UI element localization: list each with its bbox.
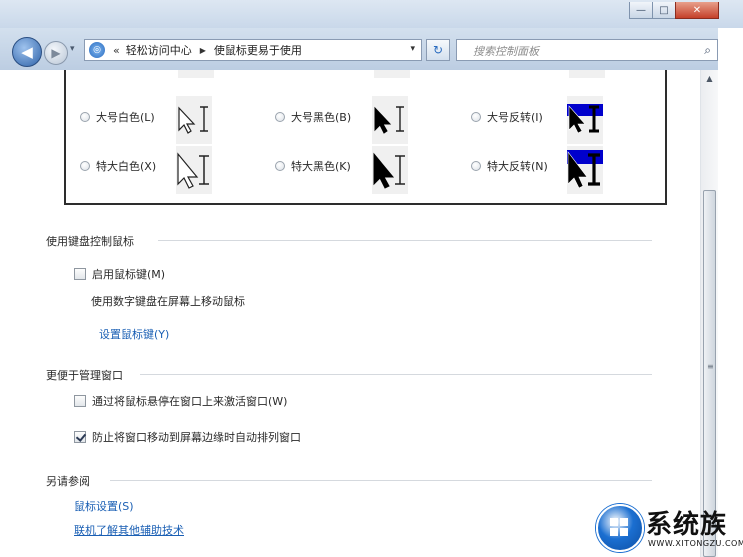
search-box[interactable]: ⌕ [456,39,718,61]
mouse-keys-option[interactable]: 启用鼠标键(M) [74,266,165,282]
refresh-icon: ↻ [432,43,444,57]
checkbox-label: 防止将窗口移动到屏幕边缘时自动排列窗口 [92,431,301,444]
breadcrumb-arrow-icon[interactable]: ▶ [200,46,206,55]
radio-button[interactable] [275,112,285,122]
history-dropdown-icon[interactable]: ▾ [70,44,75,54]
option-extra-large-inverted[interactable]: 特大反转(N) [471,158,548,174]
option-label: 特大黑色(K) [291,160,351,173]
checkbox-label: 通过将鼠标悬停在窗口上来激活窗口(W) [92,395,288,408]
section-title-windows: 更便于管理窗口 [46,369,123,382]
address-dropdown-icon[interactable]: ▾ [410,44,415,54]
option-extra-large-black[interactable]: 特大黑色(K) [275,158,351,174]
radio-button[interactable] [80,112,90,122]
window-controls: — □ ✕ [629,2,719,19]
pointer-preview-extra-large-black [372,146,408,194]
prevent-arrange-checkbox[interactable] [74,431,86,443]
pointer-white-icon [177,152,209,189]
section-title-keyboard: 使用键盘控制鼠标 [46,235,134,248]
radio-button[interactable] [80,161,90,171]
radio-button[interactable] [471,161,481,171]
pointer-preview-large-black [372,96,408,144]
section-divider [158,240,652,241]
mouse-keys-checkbox[interactable] [74,268,86,280]
assistive-tech-link[interactable]: 联机了解其他辅助技术 [74,522,184,538]
hover-activate-option[interactable]: 通过将鼠标悬停在窗口上来激活窗口(W) [74,393,287,409]
section-divider [140,374,652,375]
watermark: 系统族 WWW.XITONGZU.COM [590,498,743,557]
pointer-inverted-icon [567,104,603,134]
pointer-preview-partial [178,70,214,78]
back-arrow-icon: ◀ [21,43,33,61]
close-button[interactable]: ✕ [675,2,719,19]
navigation-bar: ◀ ▶ ▾ ◎ « 轻松访问中心 ▶ 使鼠标更易于使用 ▾ ↻ ⌕ [0,28,743,70]
radio-button[interactable] [471,112,481,122]
option-large-inverted[interactable]: 大号反转(I) [471,109,543,125]
breadcrumb-overflow[interactable]: « [113,44,120,57]
back-button[interactable]: ◀ [12,37,42,67]
option-label: 特大反转(N) [487,160,548,173]
control-panel-icon: ◎ [89,42,105,58]
section-divider [110,480,652,481]
option-label: 特大白色(X) [96,160,157,173]
forward-button[interactable]: ▶ [44,41,68,65]
pointer-preview-partial [569,70,605,78]
pointer-black-icon [374,106,404,134]
title-bar: — □ ✕ [0,0,743,28]
breadcrumb-mouse-easier[interactable]: 使鼠标更易于使用 [214,42,302,58]
forward-arrow-icon: ▶ [51,46,61,60]
windows-logo-icon [596,504,644,552]
prevent-arrange-option[interactable]: 防止将窗口移动到屏幕边缘时自动排列窗口 [74,429,301,445]
pointer-inverted-icon [567,150,603,189]
refresh-button[interactable]: ↻ [426,39,450,61]
pointer-preview-large-inverted [567,96,603,144]
scroll-up-icon[interactable]: ▲ [701,70,718,86]
checkbox-label: 启用鼠标键(M) [92,268,166,281]
search-icon[interactable]: ⌕ [704,43,711,58]
pointer-preview-partial [374,70,410,78]
breadcrumb-ease-of-access[interactable]: 轻松访问中心 [126,42,192,58]
option-label: 大号黑色(B) [291,111,352,124]
vertical-scrollbar[interactable]: ▲ ≡ [700,70,718,557]
hover-activate-checkbox[interactable] [74,395,86,407]
content-pane: 大号白色(L) 大号黑色(B) 大号反转(I) 特大白色(X) 特大黑色(K) … [0,70,700,557]
grip-icon: ≡ [707,362,714,371]
section-title-see-also: 另请参阅 [46,475,90,488]
option-large-black[interactable]: 大号黑色(B) [275,109,351,125]
option-label: 大号白色(L) [96,111,155,124]
pointer-preview-extra-large-inverted [567,146,603,194]
option-large-white[interactable]: 大号白色(L) [80,109,155,125]
pointer-white-icon [178,106,208,134]
pointer-black-icon [373,152,405,189]
watermark-url: WWW.XITONGZU.COM [648,539,743,548]
window-edge [718,28,743,557]
maximize-button[interactable]: □ [652,2,676,19]
option-label: 大号反转(I) [487,111,543,124]
setup-mouse-keys-link[interactable]: 设置鼠标键(Y) [99,326,169,342]
mouse-keys-description: 使用数字键盘在屏幕上移动鼠标 [91,295,245,308]
minimize-button[interactable]: — [629,2,653,19]
pointer-preview-extra-large-white [176,146,212,194]
pointer-preview-large-white [176,96,212,144]
search-input[interactable] [471,41,695,61]
address-bar[interactable]: ◎ « 轻松访问中心 ▶ 使鼠标更易于使用 ▾ [84,39,422,61]
radio-button[interactable] [275,161,285,171]
mouse-settings-link[interactable]: 鼠标设置(S) [74,498,134,514]
watermark-name: 系统族 [646,510,728,540]
option-extra-large-white[interactable]: 特大白色(X) [80,158,156,174]
